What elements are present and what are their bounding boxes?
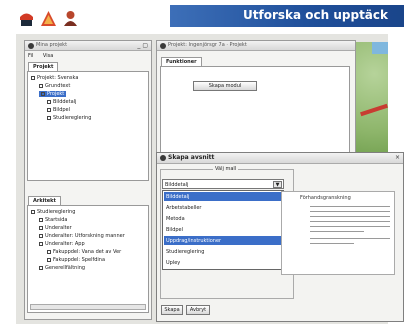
tree-item-label: Underalter: App bbox=[45, 241, 85, 247]
tree-item[interactable]: Generellfältning bbox=[39, 265, 85, 271]
window-controls[interactable]: _ ▢ bbox=[137, 42, 148, 49]
tree-item-label: Underalter bbox=[45, 225, 72, 231]
warning-icon bbox=[41, 11, 56, 26]
menu-bar: Fil Visa bbox=[28, 53, 61, 59]
tree-item-label: Bilddetalj bbox=[53, 99, 77, 105]
tree-item[interactable]: Fakuppdel: Spelfdina bbox=[47, 257, 105, 263]
dropdown-option[interactable]: Upley bbox=[164, 258, 282, 267]
expand-box-icon[interactable] bbox=[47, 99, 51, 104]
dropdown-option[interactable]: Bildpel bbox=[164, 225, 282, 234]
expand-box-icon[interactable] bbox=[39, 265, 43, 270]
horizontal-scrollbar[interactable] bbox=[30, 304, 146, 310]
tree-item-label: Grundtext bbox=[45, 83, 71, 89]
route-line bbox=[360, 103, 388, 117]
close-icon[interactable]: × bbox=[395, 154, 400, 161]
tree-item-label: Bildpel bbox=[53, 107, 71, 113]
tab-arkitekt[interactable]: Arkitekt bbox=[28, 196, 61, 205]
tree-item[interactable]: Projekt bbox=[39, 91, 67, 97]
expand-box-icon[interactable] bbox=[47, 107, 51, 112]
menu-fil[interactable]: Fil bbox=[28, 53, 33, 59]
menu-visa[interactable]: Visa bbox=[43, 53, 53, 59]
expand-box-icon[interactable] bbox=[47, 115, 51, 120]
tree-item-label: Fakuppdel: Vana det av Ver bbox=[53, 249, 122, 255]
tree-item[interactable]: Studiereglering bbox=[31, 209, 75, 215]
person-icon bbox=[64, 11, 77, 26]
preview-heading: Förhandsgranskning bbox=[300, 195, 351, 201]
window-icon bbox=[28, 43, 34, 49]
tree-item-label: Projekt: Svenska bbox=[37, 75, 79, 81]
tree-item[interactable]: Projekt: Svenska bbox=[31, 75, 78, 81]
expand-box-icon[interactable] bbox=[39, 225, 43, 230]
expand-box-icon[interactable] bbox=[41, 91, 45, 96]
tab-projekt[interactable]: Projekt bbox=[28, 62, 59, 71]
tree-item[interactable]: Bildpel bbox=[47, 107, 70, 113]
expand-box-icon[interactable] bbox=[31, 75, 35, 80]
tree-item[interactable]: Bilddetalj bbox=[47, 99, 76, 105]
project-tree: Projekt: Svenska Grundtext Projekt Bilddeta… bbox=[27, 71, 149, 181]
dropdown-option[interactable]: Bilddetalj bbox=[164, 192, 282, 201]
window-icon bbox=[160, 43, 166, 49]
tree-item-label: Startsida bbox=[45, 217, 68, 223]
tree-item-label: Projekt bbox=[47, 91, 65, 97]
tree-item-label: Underalter: Utforskning manner bbox=[45, 233, 125, 239]
tree-item[interactable]: Startsida bbox=[39, 217, 67, 223]
window-title: Mina projekt bbox=[36, 42, 68, 48]
tree-item[interactable]: Underalter: App bbox=[39, 241, 85, 247]
chevron-down-icon[interactable]: ▼ bbox=[273, 181, 282, 188]
page-title: Utforska och upptäck bbox=[243, 8, 388, 22]
window-title: Projekt: Ingenjörsgr 7a · Projekt bbox=[168, 42, 247, 48]
tree-item-label: Studiereglering bbox=[53, 115, 92, 121]
expand-box-icon[interactable] bbox=[31, 209, 35, 214]
create-button[interactable]: Skapa bbox=[161, 305, 183, 315]
projects-window[interactable]: Mina projekt _ ▢ Fil Visa Projekt Projek… bbox=[24, 40, 152, 320]
dropdown-option[interactable]: Metoda bbox=[164, 214, 282, 223]
structure-tree: Studiereglering Startsida Underalter Undera… bbox=[27, 205, 149, 313]
tree-item[interactable]: Fakuppdel: Vana det av Ver bbox=[47, 249, 121, 255]
expand-box-icon[interactable] bbox=[47, 249, 51, 254]
select-value: Bilddetalj bbox=[165, 182, 189, 188]
template-preview: Förhandsgranskning bbox=[281, 191, 395, 275]
expand-box-icon[interactable] bbox=[39, 241, 43, 246]
tree-item[interactable]: Grundtext bbox=[39, 83, 70, 89]
site-header: Utforska och upptäck bbox=[0, 0, 404, 34]
dropdown-option[interactable]: Studiereglering bbox=[164, 247, 282, 256]
create-section-dialog[interactable]: Skapa avsnitt × Välj mall Bilddetalj ▼ B… bbox=[156, 152, 404, 322]
tree-item-label: Fakuppdel: Spelfdina bbox=[53, 257, 106, 263]
dropdown-option[interactable]: Uppdrag/instruktioner bbox=[164, 236, 282, 245]
tree-item[interactable]: Underalter bbox=[39, 225, 72, 231]
tree-item-label: Studiereglering bbox=[37, 209, 76, 215]
expand-box-icon[interactable] bbox=[47, 257, 51, 262]
helmet-icon bbox=[20, 13, 33, 26]
tree-item[interactable]: Underalter: Utforskning manner bbox=[39, 233, 125, 239]
create-module-button[interactable]: Skapa modul bbox=[193, 81, 257, 91]
dialog-titlebar[interactable]: Skapa avsnitt × bbox=[157, 153, 403, 164]
tree-item-label: Generellfältning bbox=[45, 265, 86, 271]
template-group: Välj mall Bilddetalj ▼ Bilddetalj Arbetst… bbox=[160, 166, 294, 299]
water-area bbox=[372, 42, 388, 54]
tree-item[interactable]: Studiereglering bbox=[47, 115, 91, 121]
dialog-icon bbox=[160, 155, 166, 161]
template-select[interactable]: Bilddetalj ▼ bbox=[162, 179, 284, 189]
cancel-button[interactable]: Avbryt bbox=[186, 305, 210, 315]
expand-box-icon[interactable] bbox=[39, 83, 43, 88]
expand-box-icon[interactable] bbox=[39, 233, 43, 238]
group-legend: Välj mall bbox=[213, 166, 239, 172]
window-titlebar[interactable]: Mina projekt _ ▢ bbox=[25, 41, 151, 51]
tab-funktioner[interactable]: Funktioner bbox=[161, 57, 202, 66]
dropdown-option[interactable]: Arbetstabeller bbox=[164, 203, 282, 212]
window-titlebar[interactable]: Projekt: Ingenjörsgr 7a · Projekt bbox=[157, 41, 355, 51]
dialog-title: Skapa avsnitt bbox=[168, 154, 215, 161]
template-dropdown: Bilddetalj Arbetstabeller Metoda Bildpel Upp… bbox=[162, 190, 284, 270]
expand-box-icon[interactable] bbox=[39, 217, 43, 222]
